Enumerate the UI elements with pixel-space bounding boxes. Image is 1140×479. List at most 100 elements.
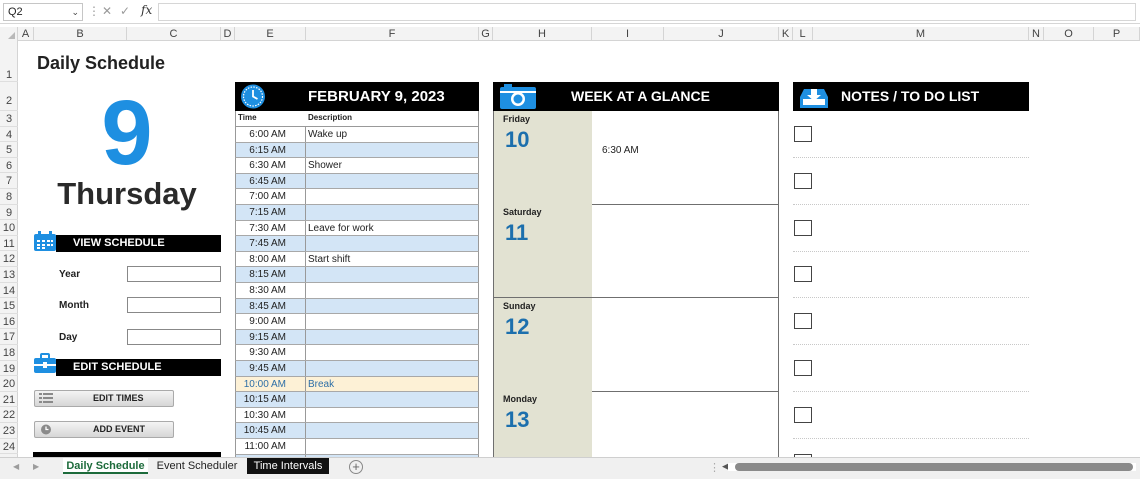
schedule-row[interactable]: 9:00 AM [235,314,479,330]
column-header-k[interactable]: K [779,27,793,41]
schedule-time: 10:00 AM [236,376,306,392]
row-header[interactable]: 15 [0,298,18,314]
day-field[interactable] [127,329,221,345]
row-header[interactable]: 16 [0,314,18,330]
row-header[interactable]: 18 [0,345,18,361]
row-header[interactable]: 19 [0,361,18,377]
schedule-row[interactable]: 7:30 AM Leave for work [235,220,479,237]
name-box[interactable]: Q2 ⌄ [3,3,83,21]
row-header[interactable]: 20 [0,376,18,392]
todo-line[interactable] [793,437,1029,439]
cancel-icon[interactable]: ✕ [102,4,112,18]
row-header[interactable]: 3 [0,111,18,127]
tab-time-intervals[interactable]: Time Intervals [247,458,329,474]
tab-daily-schedule[interactable]: Daily Schedule [63,458,148,474]
row-header[interactable]: 1 [0,41,18,82]
select-all-button[interactable] [0,27,18,41]
schedule-row[interactable]: 6:00 AM Wake up [235,127,479,143]
schedule-row[interactable]: 6:15 AM [235,142,479,159]
schedule-row[interactable]: 6:30 AM Shower [235,158,479,174]
row-header[interactable]: 17 [0,329,18,345]
column-header-j[interactable]: J [664,27,779,41]
formula-input[interactable] [158,3,1136,21]
row-header[interactable]: 23 [0,423,18,439]
month-field[interactable] [127,297,221,313]
schedule-row[interactable]: 10:00 AM Break [235,376,479,393]
chevron-down-icon[interactable]: ⌄ [71,4,79,20]
more-options-icon[interactable]: ⋮ [88,4,100,18]
column-header-h[interactable]: H [493,27,592,41]
splitter-handle[interactable]: ⋮ [709,461,720,474]
tab-event-scheduler[interactable]: Event Scheduler [152,458,242,474]
schedule-row[interactable]: 9:15 AM [235,329,479,346]
todo-line[interactable] [793,250,1029,252]
row-header[interactable]: 5 [0,142,18,158]
confirm-icon[interactable]: ✓ [120,4,130,18]
function-icon[interactable]: fx [141,3,152,17]
todo-line[interactable] [793,391,1029,392]
schedule-row[interactable]: 10:30 AM [235,407,479,424]
column-header-g[interactable]: G [479,27,493,41]
column-header-c[interactable]: C [127,27,221,41]
todo-checkbox[interactable] [794,126,812,142]
year-field[interactable] [127,266,221,282]
schedule-row[interactable]: 8:30 AM [235,283,479,299]
scrollbar-thumb[interactable] [735,463,1133,471]
column-header-n[interactable]: N [1029,27,1044,41]
column-header-a[interactable]: A [18,27,34,41]
todo-checkbox[interactable] [794,313,812,330]
row-header[interactable]: 2 [0,82,18,111]
column-header-d[interactable]: D [221,27,235,41]
todo-line[interactable] [793,157,1029,158]
schedule-row[interactable]: 8:15 AM [235,267,479,283]
worksheet[interactable]: Daily Schedule 9 Thursday VIEW SCHEDULE … [18,41,1140,457]
schedule-row[interactable]: 9:30 AM [235,345,479,361]
row-header[interactable]: 8 [0,189,18,205]
schedule-row[interactable]: 6:45 AM [235,173,479,190]
row-header[interactable]: 4 [0,127,18,143]
add-sheet-button[interactable]: + [349,460,363,474]
schedule-row[interactable]: 7:15 AM [235,205,479,221]
edit-times-button[interactable]: EDIT TIMES [34,390,174,407]
column-header-f[interactable]: F [306,27,479,41]
horizontal-scrollbar[interactable] [728,463,1136,471]
row-header[interactable]: 12 [0,251,18,267]
schedule-row[interactable]: 10:15 AM [235,392,479,408]
todo-line[interactable] [793,344,1029,346]
row-header[interactable]: 13 [0,267,18,283]
column-header-m[interactable]: M [813,27,1029,41]
schedule-row[interactable]: 8:00 AM Start shift [235,251,479,268]
schedule-row[interactable]: 9:45 AM [235,361,479,377]
row-header[interactable]: 14 [0,283,18,299]
schedule-row[interactable]: 11:00 AM [235,439,479,455]
tab-scroll-right-icon[interactable]: ▶ [33,462,39,471]
row-header[interactable]: 7 [0,173,18,189]
column-header-p[interactable]: P [1094,27,1140,41]
column-header-i[interactable]: I [592,27,664,41]
edit-schedule-header: EDIT SCHEDULE [56,359,221,376]
row-header[interactable]: 11 [0,236,18,252]
todo-checkbox[interactable] [794,219,812,236]
row-header[interactable]: 24 [0,439,18,455]
column-header-e[interactable]: E [235,27,306,41]
column-header-o[interactable]: O [1044,27,1094,41]
add-event-button[interactable]: ADD EVENT [34,421,174,438]
todo-checkbox[interactable] [794,266,812,283]
todo-checkbox[interactable] [794,172,812,189]
tab-scroll-left-icon[interactable]: ◀ [13,462,19,471]
todo-line[interactable] [793,297,1029,299]
column-header-l[interactable]: L [793,27,813,41]
row-header[interactable]: 6 [0,158,18,174]
row-header[interactable]: 22 [0,407,18,423]
schedule-row[interactable]: 10:45 AM [235,423,479,439]
row-header[interactable]: 9 [0,205,18,221]
row-header[interactable]: 10 [0,220,18,236]
todo-line[interactable] [793,203,1029,205]
schedule-row[interactable]: 7:00 AM [235,189,479,205]
schedule-row[interactable]: 7:45 AM [235,236,479,252]
todo-checkbox[interactable] [794,406,812,423]
schedule-row[interactable]: 8:45 AM [235,298,479,315]
todo-checkbox[interactable] [794,360,812,376]
row-header[interactable]: 21 [0,392,18,408]
column-header-b[interactable]: B [34,27,127,41]
